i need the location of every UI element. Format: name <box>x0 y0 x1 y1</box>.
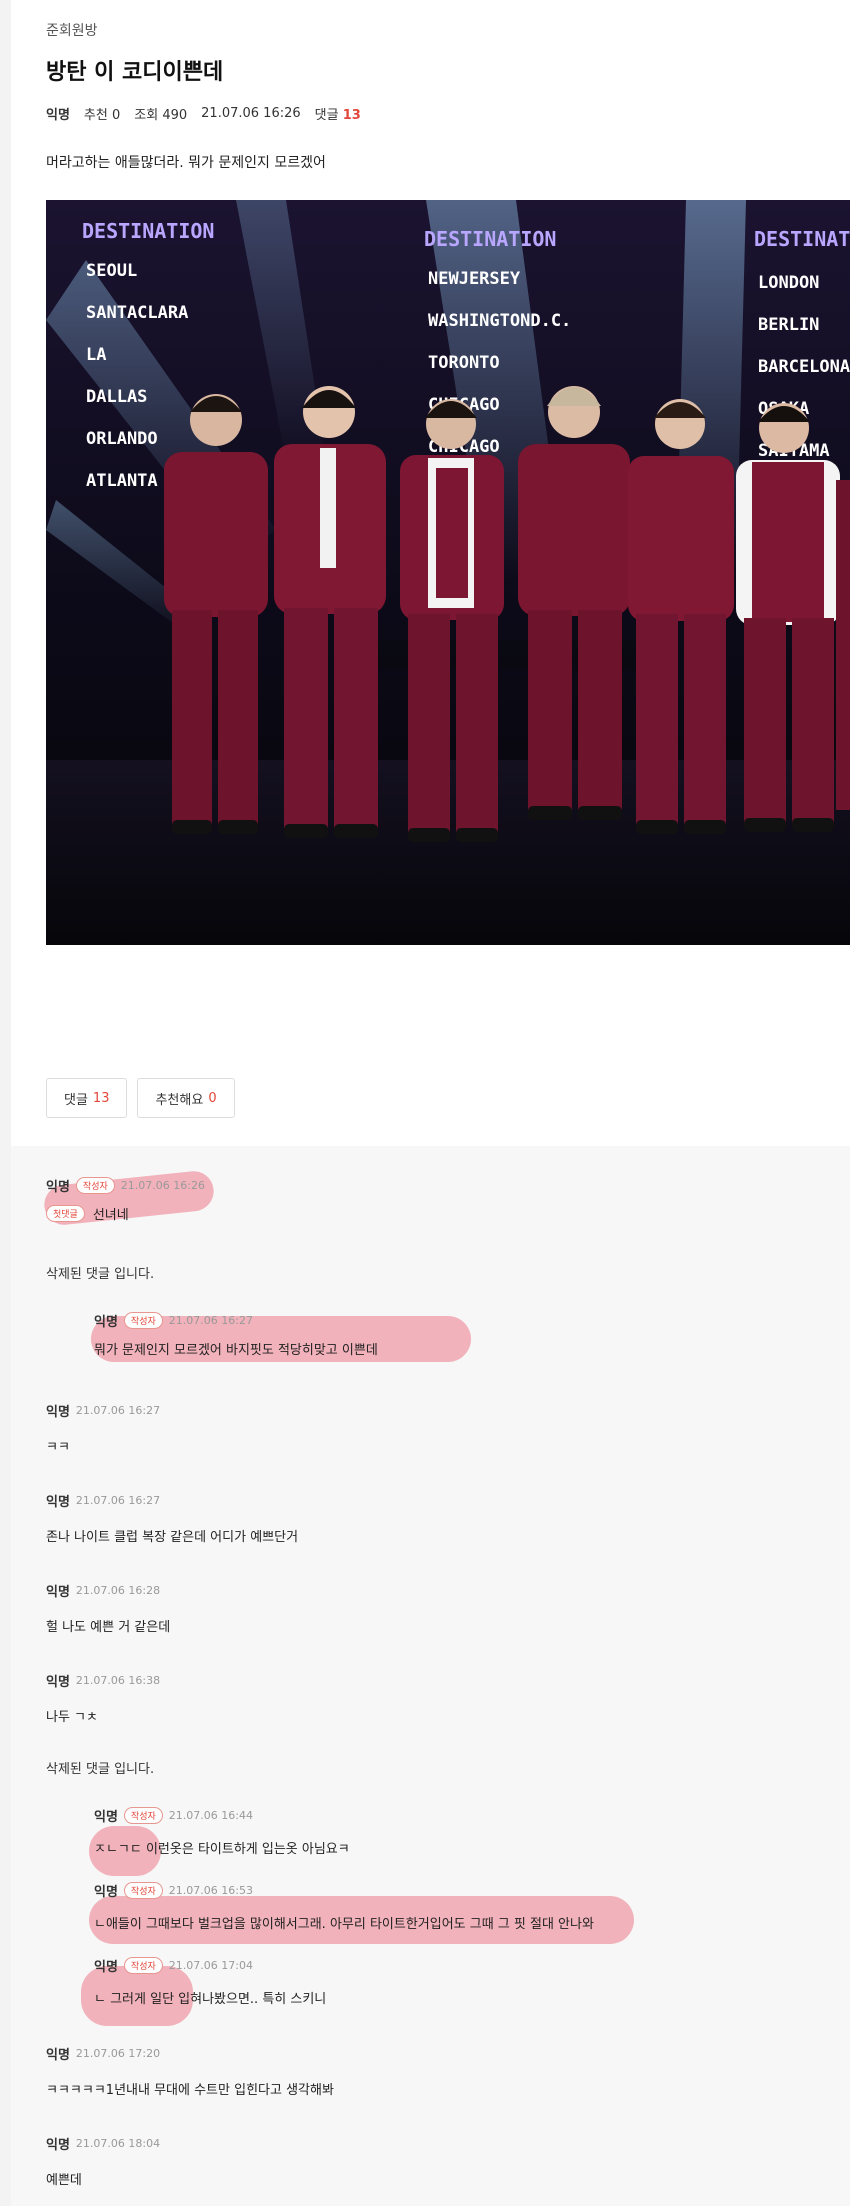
comment-time: 21.07.06 17:04 <box>168 1959 253 1972</box>
post-likes-count: 0 <box>111 108 121 123</box>
post-views-count: 490 <box>162 108 188 123</box>
author-badge: 작성자 <box>123 1312 163 1329</box>
comment-text: 선녀네 <box>92 1208 129 1223</box>
comment-text: 뭐가 문제인지 모르겠어 바지핏도 적당히맞고 이쁜데 <box>94 1343 378 1358</box>
reply-item: 익명 작성자 21.07.06 16:27 뭐가 문제인지 모르겠어 바지핏도 … <box>94 1311 378 1358</box>
author-badge: 작성자 <box>123 1807 163 1824</box>
author-badge: 작성자 <box>123 1957 163 1974</box>
comment-text: 헐 나도 예쁜 거 같은데 <box>46 1620 171 1635</box>
recommend-button[interactable]: 추천해요 0 <box>137 1078 235 1118</box>
board2-header: DESTINATION <box>424 227 556 251</box>
comment-list: 익명 작성자 21.07.06 16:26 첫댓글 선녀네 삭제된 댓글 입니다… <box>11 1146 850 2206</box>
comment-author: 익명 <box>94 1810 118 1825</box>
comment-text: ㄴ애들이 그때보다 벌크업을 많이해서그래. 아무리 타이트한거입어도 그때 그… <box>94 1917 594 1932</box>
author-badge: 작성자 <box>123 1882 163 1899</box>
comment-text: ㅋㅋㅋㅋㅋ1년내내 무대에 수트만 입힌다고 생각해봐 <box>46 2083 334 2098</box>
comment-text: ㄴ 그러게 일단 입혀나봤으면.. 특히 스키니 <box>94 1992 327 2007</box>
board1-city: LA <box>86 345 106 365</box>
reply-item: 익명 작성자 21.07.06 16:53 ㄴ애들이 그때보다 벌크업을 많이해… <box>94 1881 594 1932</box>
comment-text: ㅋㅋ <box>46 1440 70 1455</box>
comment-time: 21.07.06 18:04 <box>75 2137 161 2150</box>
comment-text: 예쁜데 <box>46 2173 82 2188</box>
post-likes: 추천 0 <box>84 104 120 123</box>
comment-author: 익명 <box>46 1405 70 1420</box>
comment-text: ㅈㄴㄱㄷ 이런옷은 타이트하게 입는옷 아님요ㅋ <box>94 1842 350 1857</box>
board2-city: WASHINGTOND.C. <box>428 311 571 331</box>
comment-item: 익명 21.07.06 17:20 ㅋㅋㅋㅋㅋ1년내내 무대에 수트만 입힌다고… <box>46 2044 334 2098</box>
post-meta: 익명 추천 0 조회 490 21.07.06 16:26 댓글 13 <box>46 104 850 123</box>
comment-author: 익명 <box>46 2048 70 2063</box>
deleted-comment: 삭제된 댓글 입니다. <box>46 1267 155 1282</box>
board1-city: ATLANTA <box>86 471 158 491</box>
board1-city: SANTACLARA <box>86 303 188 323</box>
post-comments-label: 댓글 <box>314 108 339 123</box>
recommend-button-count: 0 <box>208 1090 217 1106</box>
comment-button-count: 13 <box>92 1090 110 1106</box>
comment-author: 익명 <box>46 2138 70 2153</box>
post-views-label: 조회 <box>134 108 159 123</box>
comment-item: 익명 21.07.06 18:04 예쁜데 <box>46 2134 160 2188</box>
post-comments: 댓글 13 <box>315 104 361 123</box>
board2-city: TORONTO <box>428 353 500 373</box>
comment-author: 익명 <box>46 1180 70 1195</box>
comment-time: 21.07.06 16:53 <box>168 1884 253 1897</box>
comment-time: 21.07.06 16:26 <box>120 1179 205 1192</box>
comment-text: 나두 ㄱㅊ <box>46 1710 98 1725</box>
comment-time: 21.07.06 16:44 <box>168 1809 253 1822</box>
comment-button-label: 댓글 <box>64 1092 88 1108</box>
board3-header: DESTINATION <box>754 227 850 251</box>
reply-item: 익명 작성자 21.07.06 17:04 ㄴ 그러게 일단 입혀나봤으면.. … <box>94 1956 326 2007</box>
board3-city: BARCELONA <box>758 357 850 377</box>
board3-city: LONDON <box>758 273 819 293</box>
comment-time: 21.07.06 17:20 <box>75 2047 161 2060</box>
board1-city: DALLAS <box>86 387 147 407</box>
board1-city: SEOUL <box>86 261 137 281</box>
recommend-button-label: 추천해요 <box>155 1092 204 1108</box>
deleted-comment: 삭제된 댓글 입니다. <box>46 1762 155 1777</box>
post-author: 익명 <box>46 108 70 123</box>
comment-author: 익명 <box>46 1495 70 1510</box>
comment-item: 익명 21.07.06 16:28 헐 나도 예쁜 거 같은데 <box>46 1581 170 1635</box>
board-name[interactable]: 준회원방 <box>46 20 850 40</box>
post-actions: 댓글 13 추천해요 0 <box>46 1078 235 1118</box>
post-body: 머라고하는 애들많더라. 뭐가 문제인지 모르겠어 <box>46 155 326 171</box>
first-comment-tag: 첫댓글 <box>46 1205 85 1222</box>
board3-city: BERLIN <box>758 315 819 335</box>
comment-author: 익명 <box>94 1960 118 1975</box>
comment-item: 익명 21.07.06 16:27 존나 나이트 클럽 복장 같은데 어디가 예… <box>46 1491 298 1545</box>
comment-item: 익명 21.07.06 16:38 나두 ㄱㅊ <box>46 1671 160 1725</box>
post-header: 준회원방 방탄 이 코디이쁜데 익명 추천 0 조회 490 21.07.06 … <box>46 20 850 123</box>
post-photo: DESTINATION SEOUL SANTACLARA LA DALLAS O… <box>46 200 850 945</box>
comment-time: 21.07.06 16:27 <box>168 1314 253 1327</box>
comment-author: 익명 <box>46 1585 70 1600</box>
comment-time: 21.07.06 16:27 <box>75 1404 161 1417</box>
board1-header: DESTINATION <box>82 219 214 243</box>
author-badge: 작성자 <box>75 1177 115 1194</box>
post-title: 방탄 이 코디이쁜데 <box>46 60 224 85</box>
comment-text: 존나 나이트 클럽 복장 같은데 어디가 예쁘단거 <box>46 1530 299 1545</box>
board1-city: ORLANDO <box>86 429 158 449</box>
reply-item: 익명 작성자 21.07.06 16:44 ㅈㄴㄱㄷ 이런옷은 타이트하게 입는… <box>94 1806 350 1857</box>
post-date: 21.07.06 16:26 <box>201 106 301 121</box>
comment-time: 21.07.06 16:27 <box>75 1494 161 1507</box>
comment-author: 익명 <box>94 1315 118 1330</box>
comment-button[interactable]: 댓글 13 <box>46 1078 128 1118</box>
comment-item: 익명 작성자 21.07.06 16:26 첫댓글 선녀네 <box>46 1176 205 1223</box>
left-gutter <box>0 0 11 2206</box>
board2-city: NEWJERSEY <box>428 269 521 289</box>
comment-item: 익명 21.07.06 16:27 ㅋㅋ <box>46 1401 160 1455</box>
post-comments-count: 13 <box>342 108 361 123</box>
post-views: 조회 490 <box>134 104 187 123</box>
comment-author: 익명 <box>46 1675 70 1690</box>
comment-time: 21.07.06 16:28 <box>75 1584 161 1597</box>
post-likes-label: 추천 <box>83 108 108 123</box>
comment-author: 익명 <box>94 1885 118 1900</box>
comment-time: 21.07.06 16:38 <box>75 1674 161 1687</box>
